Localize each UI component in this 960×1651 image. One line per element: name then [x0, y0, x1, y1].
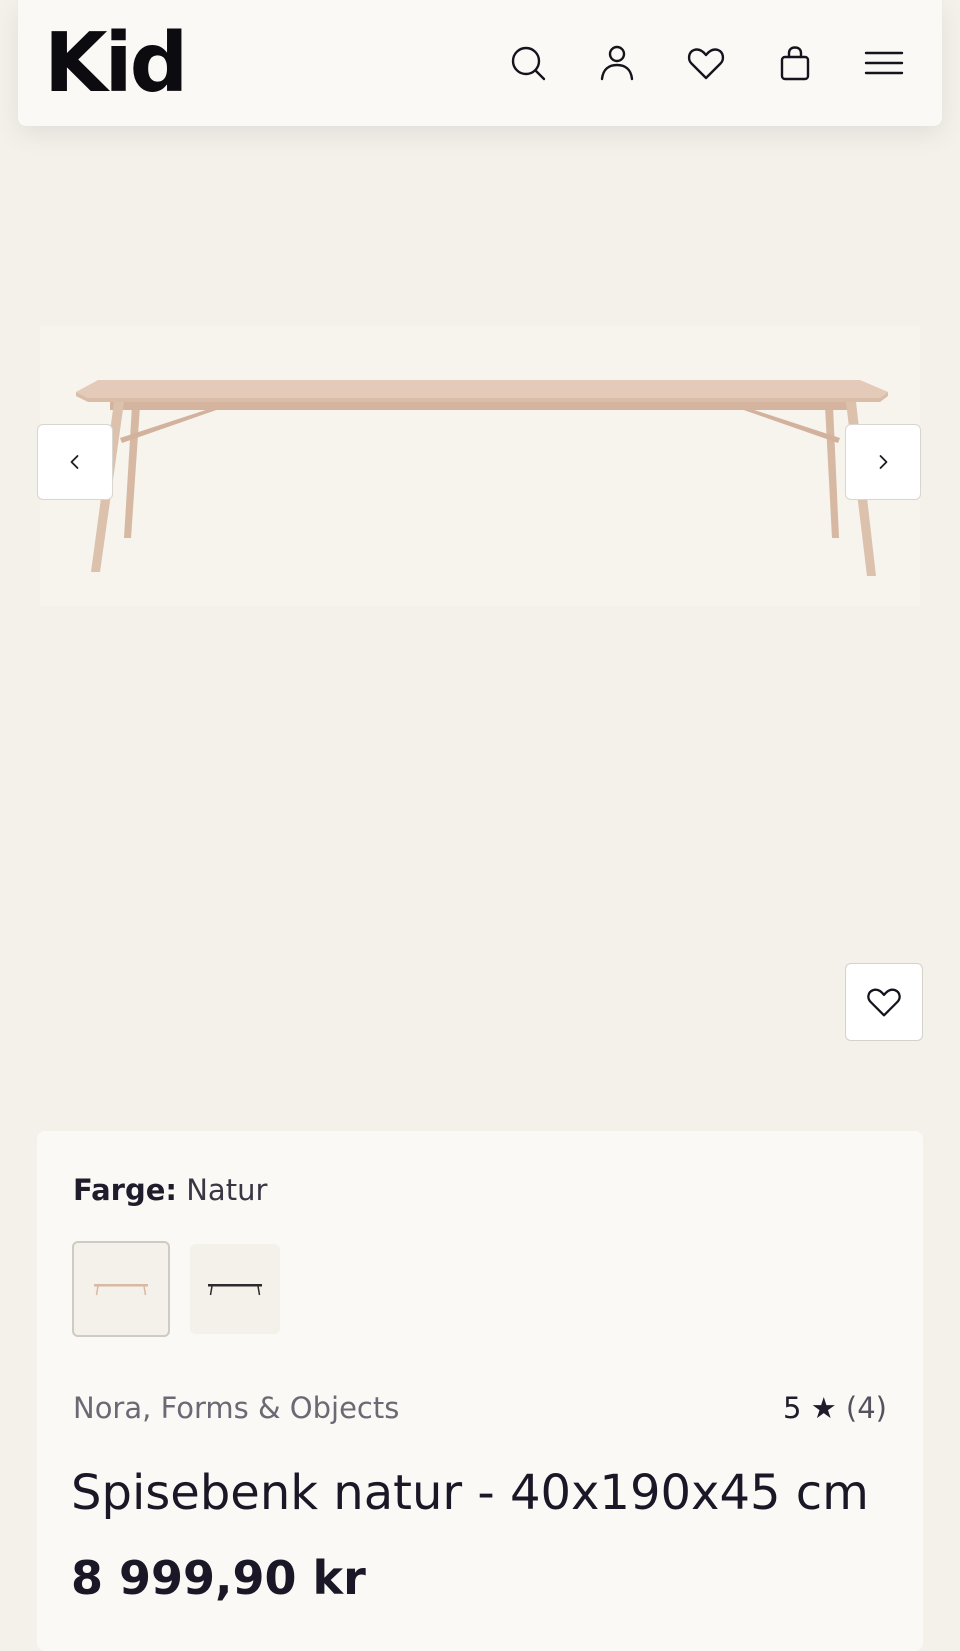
menu-icon[interactable] — [861, 41, 906, 86]
account-icon[interactable] — [594, 41, 639, 86]
product-price: 8 999,90 kr — [71, 1551, 366, 1605]
swatch-natur[interactable] — [72, 1241, 170, 1337]
brand-link[interactable]: Nora, Forms & Objects — [73, 1391, 399, 1425]
product-info-card: Farge: Natur Nora, Forms & Objects 5 ★ (… — [37, 1131, 923, 1651]
chevron-left-icon — [70, 455, 79, 469]
next-image-button[interactable] — [845, 424, 921, 500]
chevron-right-icon — [879, 455, 888, 469]
swatch-sort[interactable] — [190, 1244, 280, 1334]
rating-value: 5 — [783, 1391, 802, 1425]
color-selector-label: Farge: Natur — [73, 1173, 267, 1207]
star-icon: ★ — [810, 1391, 837, 1425]
search-icon[interactable] — [505, 41, 550, 86]
product-image — [40, 326, 920, 606]
header-icons — [505, 41, 906, 86]
rating-count: (4) — [845, 1391, 887, 1425]
logo[interactable]: Kid — [44, 23, 188, 105]
bench-thumbnail-black — [208, 1284, 262, 1296]
color-label: Farge: — [73, 1173, 178, 1207]
product-title: Spisebenk natur - 40x190x45 cm — [71, 1465, 869, 1521]
color-value: Natur — [186, 1173, 268, 1207]
product-rating[interactable]: 5 ★ (4) — [783, 1391, 887, 1425]
bench-thumbnail-natur — [94, 1284, 148, 1296]
add-to-wishlist-button[interactable] — [845, 963, 923, 1041]
product-gallery — [0, 126, 960, 1126]
heart-icon — [867, 988, 901, 1017]
site-header: Kid — [18, 0, 942, 126]
previous-image-button[interactable] — [37, 424, 113, 500]
color-swatches — [72, 1241, 280, 1337]
wishlist-icon[interactable] — [683, 41, 728, 86]
cart-icon[interactable] — [772, 41, 817, 86]
